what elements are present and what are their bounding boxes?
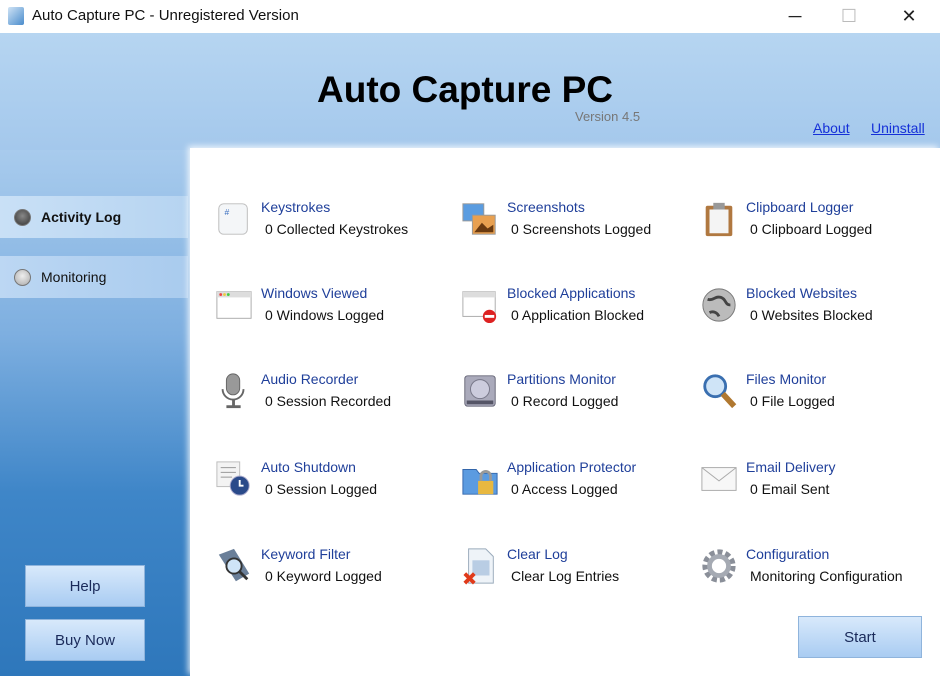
item-blocked-applications[interactable]: Blocked Applications 0 Application Blocke…: [461, 285, 701, 335]
item-title[interactable]: Keystrokes: [261, 199, 330, 215]
title-bar: Auto Capture PC - Unregistered Version ─…: [0, 0, 940, 33]
item-keystrokes[interactable]: # Keystrokes 0 Collected Keystrokes: [215, 199, 455, 249]
microphone-icon: [221, 373, 245, 409]
item-title[interactable]: Audio Recorder: [261, 371, 358, 387]
item-clear-log[interactable]: Clear Log Clear Log Entries: [461, 546, 701, 596]
clear-document-icon: [463, 548, 494, 585]
item-status: 0 Access Logged: [511, 481, 618, 497]
item-title[interactable]: Email Delivery: [746, 459, 835, 475]
svg-text:#: #: [225, 207, 230, 217]
clipboard-icon: [705, 202, 733, 237]
item-status: 0 Keyword Logged: [265, 568, 382, 584]
gear-icon: [702, 549, 736, 583]
screenshot-icon: [462, 203, 496, 235]
item-screenshots[interactable]: Screenshots 0 Screenshots Logged: [461, 199, 701, 249]
item-title[interactable]: Auto Shutdown: [261, 459, 356, 475]
hard-drive-icon: [464, 375, 496, 407]
item-status: 0 Windows Logged: [265, 307, 385, 323]
uninstall-link[interactable]: Uninstall: [871, 120, 925, 136]
item-status: 0 Clipboard Logged: [750, 221, 873, 237]
item-status: 0 Record Logged: [511, 393, 619, 409]
item-title[interactable]: Partitions Monitor: [507, 371, 616, 387]
item-status: 0 Websites Blocked: [750, 307, 873, 323]
radio-unselected-icon: [14, 268, 31, 286]
radio-selected-icon: [14, 208, 31, 226]
item-windows-viewed[interactable]: Windows Viewed 0 Windows Logged: [215, 285, 455, 335]
app-name: Auto Capture PC: [317, 69, 613, 110]
item-configuration[interactable]: Configuration Monitoring Configuration: [700, 546, 940, 596]
item-title[interactable]: Clipboard Logger: [746, 199, 853, 215]
item-keyword-filter[interactable]: Keyword Filter 0 Keyword Logged: [215, 546, 455, 596]
item-status: 0 Session Recorded: [265, 393, 392, 409]
help-button[interactable]: Help: [25, 565, 145, 607]
minimize-button[interactable]: ─: [772, 4, 818, 30]
item-title[interactable]: Configuration: [746, 546, 829, 562]
maximize-button[interactable]: ☐: [826, 4, 872, 30]
item-status: 0 Email Sent: [750, 481, 830, 497]
item-status: 0 Screenshots Logged: [511, 221, 652, 237]
item-status: 0 Session Logged: [265, 481, 378, 497]
item-title[interactable]: Windows Viewed: [261, 285, 367, 301]
item-clipboard-logger[interactable]: Clipboard Logger 0 Clipboard Logged: [700, 199, 940, 249]
sidebar-item-label: Activity Log: [41, 209, 122, 225]
item-title[interactable]: Application Protector: [507, 459, 636, 475]
envelope-icon: [701, 467, 737, 491]
header: Auto Capture PC Version 4.5 About Uninst…: [0, 33, 940, 150]
about-link[interactable]: About: [813, 120, 850, 136]
version-label: Version 4.5: [575, 109, 641, 124]
sidebar-item-monitoring[interactable]: Monitoring: [0, 256, 188, 298]
keyboard-key-icon: #: [218, 203, 248, 235]
start-button[interactable]: Start: [798, 616, 922, 658]
item-status: 0 Collected Keystrokes: [265, 221, 409, 237]
item-blocked-websites[interactable]: Blocked Websites 0 Websites Blocked: [700, 285, 940, 335]
sidebar: Activity Log Monitoring Help Buy Now: [0, 150, 190, 676]
sidebar-item-label: Monitoring: [41, 269, 107, 285]
item-files-monitor[interactable]: Files Monitor 0 File Logged: [700, 371, 940, 421]
keyword-search-icon: [218, 548, 250, 582]
window-title: Auto Capture PC - Unregistered Version: [32, 7, 299, 24]
item-email-delivery[interactable]: Email Delivery 0 Email Sent: [700, 459, 940, 509]
item-auto-shutdown[interactable]: Auto Shutdown 0 Session Logged: [215, 459, 455, 509]
item-status: Monitoring Configuration: [750, 568, 903, 584]
item-status: 0 File Logged: [750, 393, 835, 409]
item-partitions-monitor[interactable]: Partitions Monitor 0 Record Logged: [461, 371, 701, 421]
item-audio-recorder[interactable]: Audio Recorder 0 Session Recorded: [215, 371, 455, 421]
item-status: 0 Application Blocked: [511, 307, 645, 323]
item-title[interactable]: Blocked Websites: [746, 285, 857, 301]
blocked-window-icon: [462, 291, 497, 324]
app-icon: [8, 7, 24, 25]
folder-lock-icon: [462, 469, 498, 495]
item-title[interactable]: Files Monitor: [746, 371, 826, 387]
buy-now-button[interactable]: Buy Now: [25, 619, 145, 661]
item-status: Clear Log Entries: [511, 568, 620, 584]
item-title[interactable]: Keyword Filter: [261, 546, 350, 562]
item-title[interactable]: Clear Log: [507, 546, 568, 562]
sidebar-item-activity-log[interactable]: Activity Log: [0, 196, 188, 238]
item-application-protector[interactable]: Application Protector 0 Access Logged: [461, 459, 701, 509]
globe-icon: [702, 288, 736, 322]
window-icon: [216, 291, 252, 319]
close-button[interactable]: ✕: [886, 4, 932, 30]
clock-list-icon: [216, 461, 250, 496]
item-title[interactable]: Blocked Applications: [507, 285, 635, 301]
item-title[interactable]: Screenshots: [507, 199, 585, 215]
magnifier-icon: [703, 374, 737, 409]
